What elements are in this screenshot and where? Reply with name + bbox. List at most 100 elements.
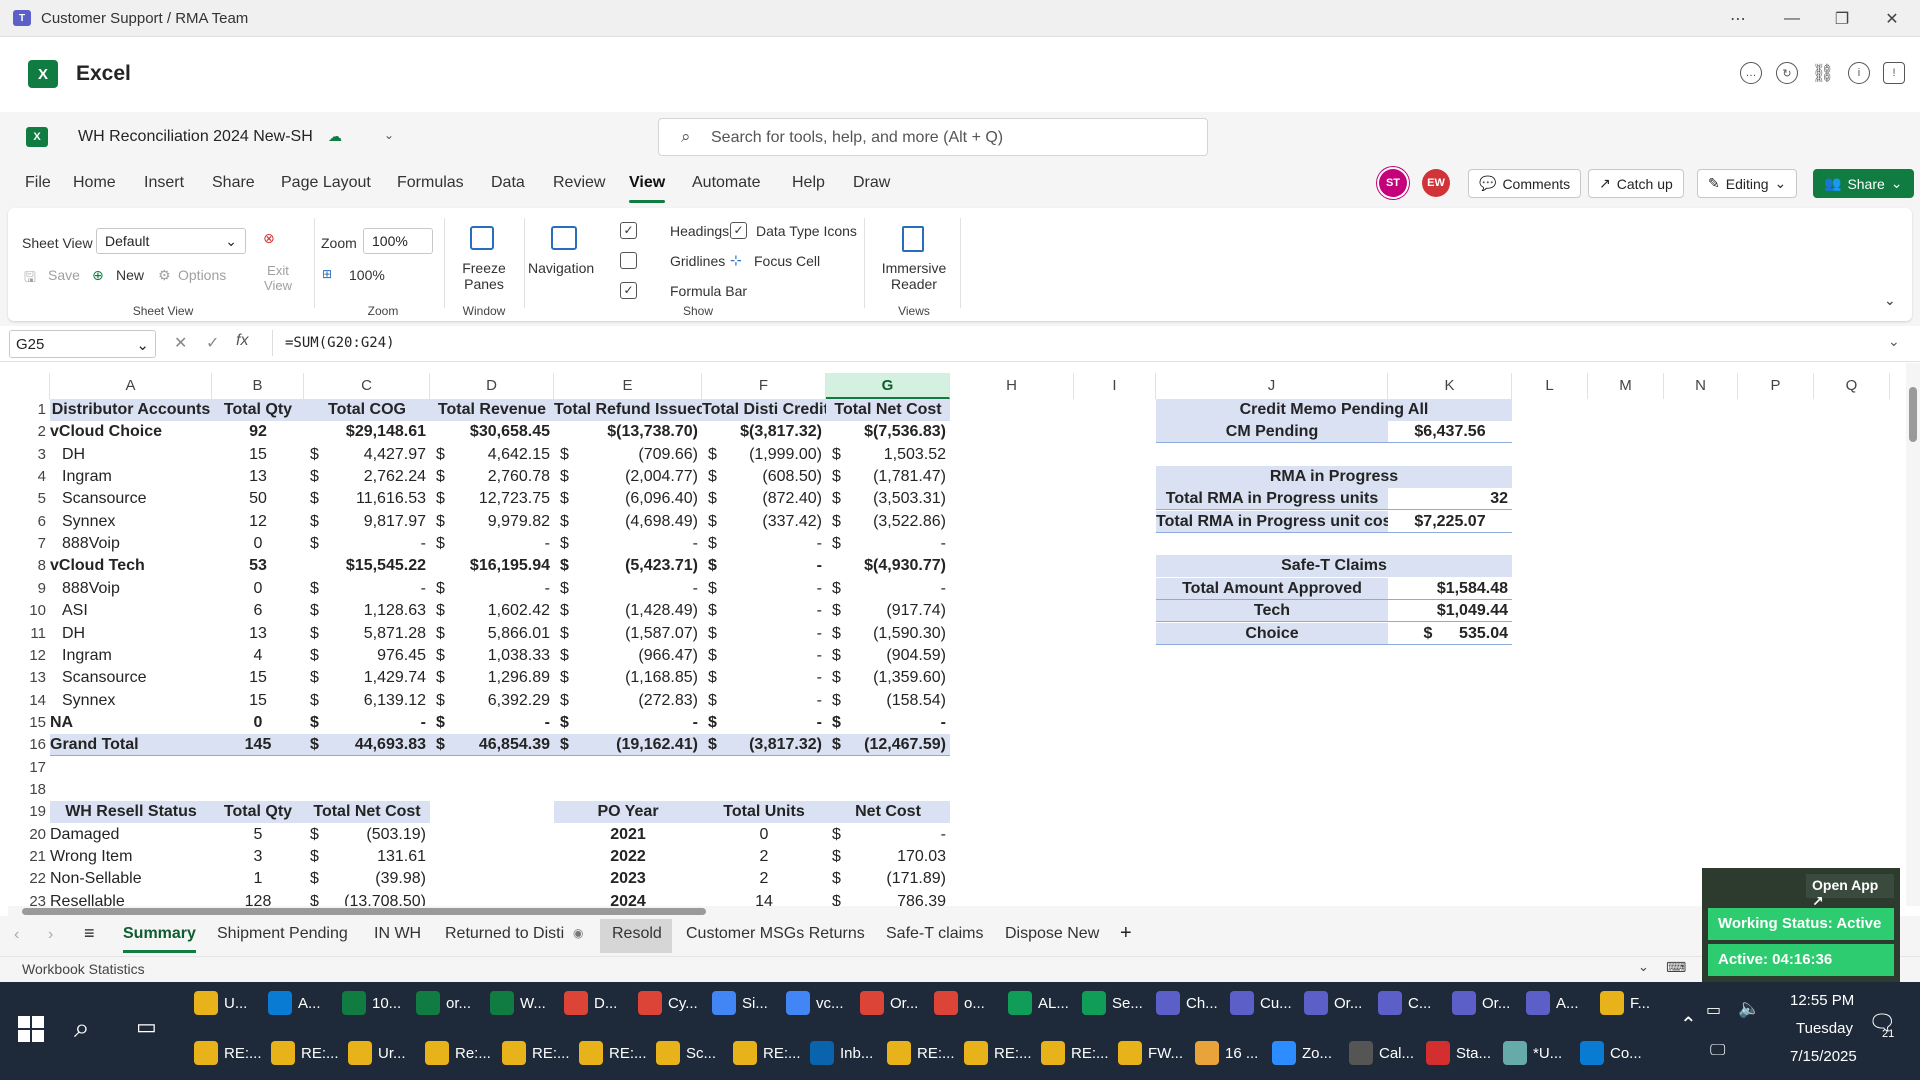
table-cell[interactable]: vCloud Tech — [50, 555, 212, 577]
po-cell[interactable]: 2021 — [554, 824, 702, 846]
chevron-down-icon[interactable]: ⌄ — [1638, 959, 1649, 975]
column-header-m[interactable]: M — [1588, 373, 1664, 399]
table-header[interactable]: Total Revenue — [430, 399, 554, 421]
table-cell[interactable]: 888Voip — [50, 578, 212, 600]
taskbar-item[interactable]: or... — [416, 986, 471, 1020]
taskbar-item[interactable]: U... — [194, 986, 247, 1020]
rma-units-label[interactable]: Total RMA in Progress units — [1156, 488, 1388, 511]
new-view-button[interactable]: New — [116, 267, 144, 283]
volume-icon[interactable]: 🔈 — [1738, 998, 1760, 1019]
safe-t-value[interactable]: $1,584.48 — [1388, 578, 1512, 600]
taskbar-item[interactable]: AL... — [1008, 986, 1069, 1020]
battery-icon[interactable]: ▭ — [1706, 1000, 1721, 1020]
table-cell[interactable]: $2,760.78 — [430, 466, 554, 488]
tab-draw[interactable]: Draw — [853, 174, 890, 192]
table-cell[interactable]: $ (608.50) — [702, 466, 826, 488]
table-cell[interactable]: 92 — [212, 421, 304, 443]
network-icon[interactable]: 🖵 — [1710, 1042, 1725, 1060]
taskbar-item[interactable]: RE:... — [964, 1036, 1032, 1070]
po-header[interactable]: Total Units — [702, 801, 826, 824]
resell-cell[interactable]: Resellable — [50, 891, 212, 906]
task-view-icon[interactable]: ▭ — [136, 1014, 157, 1040]
tab-home[interactable]: Home — [73, 174, 116, 192]
table-header[interactable]: Total Refund Issued — [554, 399, 702, 421]
table-cell[interactable]: $ (5,423.71) — [554, 555, 702, 577]
table-cell[interactable]: $ - — [826, 578, 950, 600]
safe-t-label[interactable]: Total Amount Approved — [1156, 577, 1388, 600]
table-cell[interactable]: 6 — [212, 600, 304, 622]
rma-cost-label[interactable]: Total RMA in Progress unit cost — [1156, 510, 1388, 533]
search-box[interactable]: ⌕ Search for tools, help, and more (Alt … — [658, 118, 1208, 156]
table-cell[interactable]: $6,392.29 — [430, 690, 554, 712]
sheet-tab-in-wh[interactable]: IN WH — [374, 925, 421, 943]
tab-insert[interactable]: Insert — [144, 174, 184, 192]
row-header[interactable]: 19 — [0, 803, 50, 820]
table-cell[interactable]: Synnex — [50, 511, 212, 533]
resell-cell[interactable]: $131.61 — [304, 846, 430, 868]
credit-memo-value[interactable]: $6,437.56 — [1388, 421, 1512, 444]
table-cell[interactable]: $6,139.12 — [304, 690, 430, 712]
po-cell[interactable]: 2024 — [554, 891, 702, 906]
table-cell[interactable]: $ (872.40) — [702, 488, 826, 510]
po-cell[interactable]: $ (171.89) — [826, 868, 950, 890]
taskbar-item[interactable]: Cu... — [1230, 986, 1292, 1020]
table-cell[interactable]: $ - — [702, 555, 826, 577]
column-header-b[interactable]: B — [212, 373, 304, 399]
table-cell[interactable]: $ - — [826, 533, 950, 555]
table-cell[interactable]: $4,642.15 — [430, 444, 554, 466]
link-icon[interactable]: ⛓ — [1812, 62, 1835, 84]
safe-t-label[interactable]: Tech — [1156, 600, 1388, 623]
rma-cost-value[interactable]: $7,225.07 — [1388, 511, 1512, 533]
table-cell[interactable]: $ (1,168.85) — [554, 667, 702, 689]
table-cell[interactable]: $30,658.45 — [430, 421, 554, 443]
search-icon[interactable]: ⌕ — [74, 1012, 90, 1045]
table-cell[interactable]: $ (272.83) — [554, 690, 702, 712]
table-cell[interactable]: $(13,738.70) — [554, 421, 702, 443]
tab-view[interactable]: View — [629, 174, 666, 203]
table-cell[interactable]: $2,762.24 — [304, 466, 430, 488]
avatar[interactable]: EW — [1422, 169, 1450, 197]
po-header[interactable]: Net Cost — [826, 801, 950, 824]
all-sheets-icon[interactable]: ≡ — [84, 923, 95, 944]
tab-share[interactable]: Share — [212, 174, 255, 192]
table-cell[interactable]: $ (4,698.49) — [554, 511, 702, 533]
restore-button[interactable]: ❐ — [1820, 0, 1864, 37]
column-header-j[interactable]: J — [1156, 373, 1388, 399]
sheet-tab-shipment-pending[interactable]: Shipment Pending — [217, 925, 348, 943]
taskbar-item[interactable]: Se... — [1082, 986, 1143, 1020]
taskbar-item[interactable]: Sta... — [1426, 1036, 1491, 1070]
table-cell[interactable]: $ (966.47) — [554, 645, 702, 667]
row-header[interactable]: 7 — [0, 535, 50, 552]
table-cell[interactable]: $5,866.01 — [430, 623, 554, 645]
sheet-tab-customer-msgs-returns[interactable]: Customer MSGs Returns — [686, 925, 865, 943]
zoom-100-button[interactable]: 100% — [349, 267, 385, 283]
table-cell[interactable]: $ - — [554, 712, 702, 734]
table-cell[interactable]: 0 — [212, 533, 304, 555]
table-header[interactable]: Total Disti Credit — [702, 399, 826, 421]
row-header[interactable]: 16 — [0, 736, 50, 753]
vertical-scroll-thumb[interactable] — [1909, 387, 1917, 442]
row-header[interactable]: 1 — [0, 401, 50, 418]
gridlines-checkbox[interactable] — [620, 252, 637, 269]
table-cell[interactable]: 13 — [212, 466, 304, 488]
table-cell[interactable]: $15,545.22 — [304, 555, 430, 577]
windows-start-icon[interactable] — [18, 1016, 44, 1042]
table-cell[interactable]: $ (1,359.60) — [826, 667, 950, 689]
table-cell[interactable]: $1,296.89 — [430, 667, 554, 689]
credit-memo-title[interactable]: Credit Memo Pending All — [1156, 399, 1512, 421]
workbook-statistics[interactable]: Workbook Statistics — [22, 961, 145, 977]
shield-icon[interactable]: ! — [1883, 62, 1905, 84]
prev-sheet-icon[interactable]: ‹ — [14, 926, 19, 944]
table-cell[interactable]: $ - — [702, 600, 826, 622]
taskbar-item[interactable]: RE:... — [579, 1036, 647, 1070]
table-cell[interactable]: $ - — [702, 578, 826, 600]
table-header[interactable]: Distributor Accounts — [50, 399, 212, 421]
expand-formula-icon[interactable]: ⌄ — [1888, 333, 1900, 350]
horizontal-scrollbar[interactable] — [8, 906, 1898, 916]
table-cell[interactable]: $ - — [702, 623, 826, 645]
table-cell[interactable]: 15 — [212, 690, 304, 712]
taskbar-item[interactable]: Cal... — [1349, 1036, 1414, 1070]
row-header[interactable]: 23 — [0, 893, 50, 906]
taskbar-item[interactable]: Sc... — [656, 1036, 716, 1070]
table-cell[interactable]: $ (1,999.00) — [702, 444, 826, 466]
